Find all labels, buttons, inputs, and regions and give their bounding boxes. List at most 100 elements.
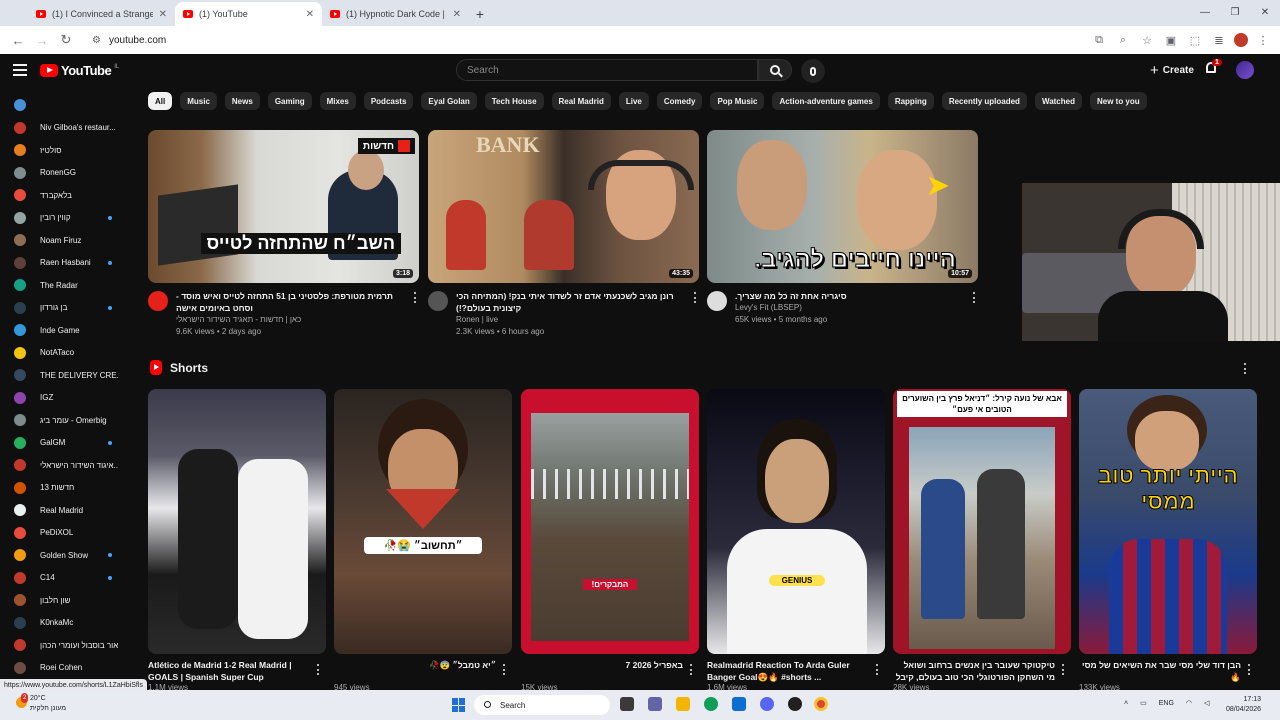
sidebar-subscription-item[interactable]: Real Madrid (0, 499, 128, 522)
back-arrow-icon[interactable]: ← (6, 28, 30, 52)
search-input[interactable]: Search (456, 59, 758, 81)
system-clock[interactable]: 17:13 08/04/2026 (1226, 695, 1261, 715)
sidebar-subscription-item[interactable]: IGZ (0, 387, 128, 410)
account-avatar[interactable] (1236, 61, 1254, 79)
address-bar[interactable]: ⚙ youtube.com (86, 29, 1086, 51)
teams-icon[interactable] (648, 697, 662, 711)
zoom-icon[interactable]: ⌕ (1114, 28, 1132, 52)
sidebar-subscription-item[interactable]: חדשות 13 (0, 477, 128, 500)
short-thumbnail[interactable] (148, 389, 326, 654)
short-card[interactable]: Atlético de Madrid 1-2 Real Madrid | GOA… (148, 389, 326, 693)
filter-chip[interactable]: Watched (1034, 92, 1082, 110)
sidebar-subscription-item[interactable]: K0nkaMc (0, 612, 128, 635)
sidebar-subscription-item[interactable]: איגוד השידור הישראלי... (0, 454, 128, 477)
store-icon[interactable] (732, 697, 746, 711)
channel-avatar[interactable] (428, 291, 448, 311)
short-thumbnail[interactable]: ״תחשוב״ 😭🥀 (334, 389, 512, 654)
taskbar-search[interactable]: Search (474, 695, 610, 715)
more-actions-icon[interactable] (694, 292, 697, 303)
sidebar-subscription-item[interactable]: Roei Cohen (0, 657, 128, 680)
youtube-logo[interactable]: YouTube IL (40, 63, 119, 78)
sidebar-subscription-item[interactable]: THE DELIVERY CRE... (0, 364, 128, 387)
filter-chip[interactable]: Eyal Golan (421, 92, 477, 110)
create-button[interactable]: + Create (1140, 60, 1204, 80)
channel-name[interactable]: כאן | חדשות - תאגיד השידור הישראלי (176, 314, 405, 326)
guide-menu-icon[interactable] (13, 64, 27, 76)
short-thumbnail[interactable]: המבקרים! (521, 389, 699, 654)
filter-chip[interactable]: Music (180, 92, 217, 110)
sidebar-subscription-item[interactable]: בן גורדון (0, 297, 128, 320)
channel-avatar[interactable] (707, 291, 727, 311)
short-card[interactable]: הייתי יותר טוב ממסי הבן דוד שלי מסי שבר … (1079, 389, 1257, 693)
filter-chip[interactable]: Podcasts (363, 92, 414, 110)
sidebar-subscription-item[interactable]: The Radar (0, 274, 128, 297)
tab-close-icon[interactable]: ✕ (306, 9, 314, 20)
short-title[interactable]: טיקטוקר שעובר בין אנשים ברחוב ושואל מי ה… (893, 659, 1071, 683)
sidebar-subscription-item[interactable]: עומר ביג - Omerbig (0, 409, 128, 432)
minimize-icon[interactable]: — (1190, 0, 1220, 24)
sidebar-subscription-item[interactable]: PeDiXOL (0, 522, 128, 545)
channel-name[interactable]: Ronen | live (456, 314, 685, 326)
discord-icon[interactable] (760, 697, 774, 711)
video-title[interactable]: תרמית מטורפת: פלסטיני בן 51 התחזה לטייס … (176, 290, 405, 314)
shorts-more-icon[interactable] (1244, 363, 1247, 374)
short-thumbnail[interactable]: הייתי יותר טוב ממסי (1079, 389, 1257, 654)
more-actions-icon[interactable] (1248, 664, 1251, 675)
short-title[interactable]: Realmadrid Reaction To Arda Guler Banger… (707, 659, 885, 683)
sidebar-subscription-item[interactable]: Raen Hasbani (0, 252, 128, 275)
close-window-icon[interactable]: ✕ (1250, 0, 1280, 24)
browser-tab[interactable]: (1) I Convinced a Stranger to R ✕ (28, 2, 175, 26)
tab-close-icon[interactable]: ✕ (453, 9, 461, 20)
video-title[interactable]: סיגריה אחת זה כל מה שצריך. (735, 290, 964, 302)
channel-name[interactable]: Levy's Fit (LBSEP) (735, 302, 964, 314)
extensions-puzzle-icon[interactable]: ⬚ (1186, 28, 1204, 52)
tab-close-icon[interactable]: ✕ (159, 9, 167, 20)
sidebar-subscription-item[interactable]: קווין רובין (0, 207, 128, 230)
video-card[interactable]: חדשות השב״ח שהתחזה לטייס 3:18 תרמית מטור… (148, 130, 419, 338)
browser-menu-icon[interactable]: ⋮ (1254, 28, 1272, 52)
video-title[interactable]: רונן מגיב לשכנעתי אדם זר לשדוד איתי בנק!… (456, 290, 685, 314)
filter-chip[interactable]: Recently uploaded (941, 92, 1027, 110)
filter-chip[interactable]: Pop Music (710, 92, 765, 110)
sidebar-subscription-item[interactable]: Golden Show (0, 544, 128, 567)
video-card[interactable]: ➤ היינו חייבים להגיב. 10:57 סיגריה אחת ז… (707, 130, 978, 326)
video-card[interactable]: BANK 43:35 רונן מגיב לשכנעתי אדם זר לשדו… (428, 130, 699, 338)
chrome-icon[interactable] (814, 697, 828, 711)
voice-search-button[interactable] (801, 59, 825, 83)
forward-arrow-icon[interactable]: → (30, 28, 54, 52)
short-title[interactable]: באפריל 2026 7 (521, 659, 699, 683)
extension-icon[interactable]: ▣ (1162, 28, 1180, 52)
more-actions-icon[interactable] (1062, 664, 1065, 675)
sidebar-subscription-item[interactable]: NotATaco (0, 342, 128, 365)
sidebar-subscription-item[interactable]: C14 (0, 567, 128, 590)
file-explorer-icon[interactable] (676, 697, 690, 711)
sidebar-subscription-item[interactable]: שון חלבון (0, 589, 128, 612)
short-card[interactable]: ״תחשוב״ 😭🥀 ״יא טמבל״ 😨🥀 945 views (334, 389, 512, 693)
more-actions-icon[interactable] (973, 292, 976, 303)
sidebar-subscription-item[interactable] (0, 94, 128, 117)
filter-chip[interactable]: Tech House (484, 92, 544, 110)
sidebar-subscription-item[interactable]: Inde Game (0, 319, 128, 342)
sidebar-subscription-item[interactable]: RonenGG (0, 162, 128, 185)
short-thumbnail[interactable]: אבא של נועה קירל: ״דניאל פרץ בין השוערים… (893, 389, 1071, 654)
maximize-icon[interactable]: ❐ (1220, 0, 1250, 24)
tray-chevron-icon[interactable]: ˄ (1124, 700, 1128, 707)
weather-widget[interactable]: 2 20°C מעונן חלקית (16, 693, 66, 714)
wifi-icon[interactable]: ◠ (1186, 699, 1192, 707)
video-thumbnail[interactable]: ➤ היינו חייבים להגיב. 10:57 (707, 130, 978, 283)
more-actions-icon[interactable] (414, 292, 417, 303)
media-control-icon[interactable]: ≣ (1210, 28, 1228, 52)
video-thumbnail[interactable]: חדשות השב״ח שהתחזה לטייס 3:18 (148, 130, 419, 283)
edge-icon[interactable] (704, 697, 718, 711)
new-tab-icon[interactable]: + (469, 2, 491, 26)
filter-chip[interactable]: Real Madrid (551, 92, 611, 110)
filter-chip[interactable]: Action-adventure games (772, 92, 880, 110)
notifications-button[interactable]: 1 (1204, 59, 1222, 76)
language-indicator[interactable]: ENG (1159, 700, 1174, 707)
windows-start-icon[interactable] (452, 698, 466, 712)
tray-widget-icon[interactable]: ▭ (1140, 699, 1147, 707)
sidebar-subscription-item[interactable]: אור בוסבול ועומרי הכהן (0, 634, 128, 657)
install-app-icon[interactable]: ⧉ (1090, 28, 1108, 52)
sidebar-subscription-item[interactable]: בלאקברד (0, 184, 128, 207)
search-button[interactable] (758, 59, 792, 81)
